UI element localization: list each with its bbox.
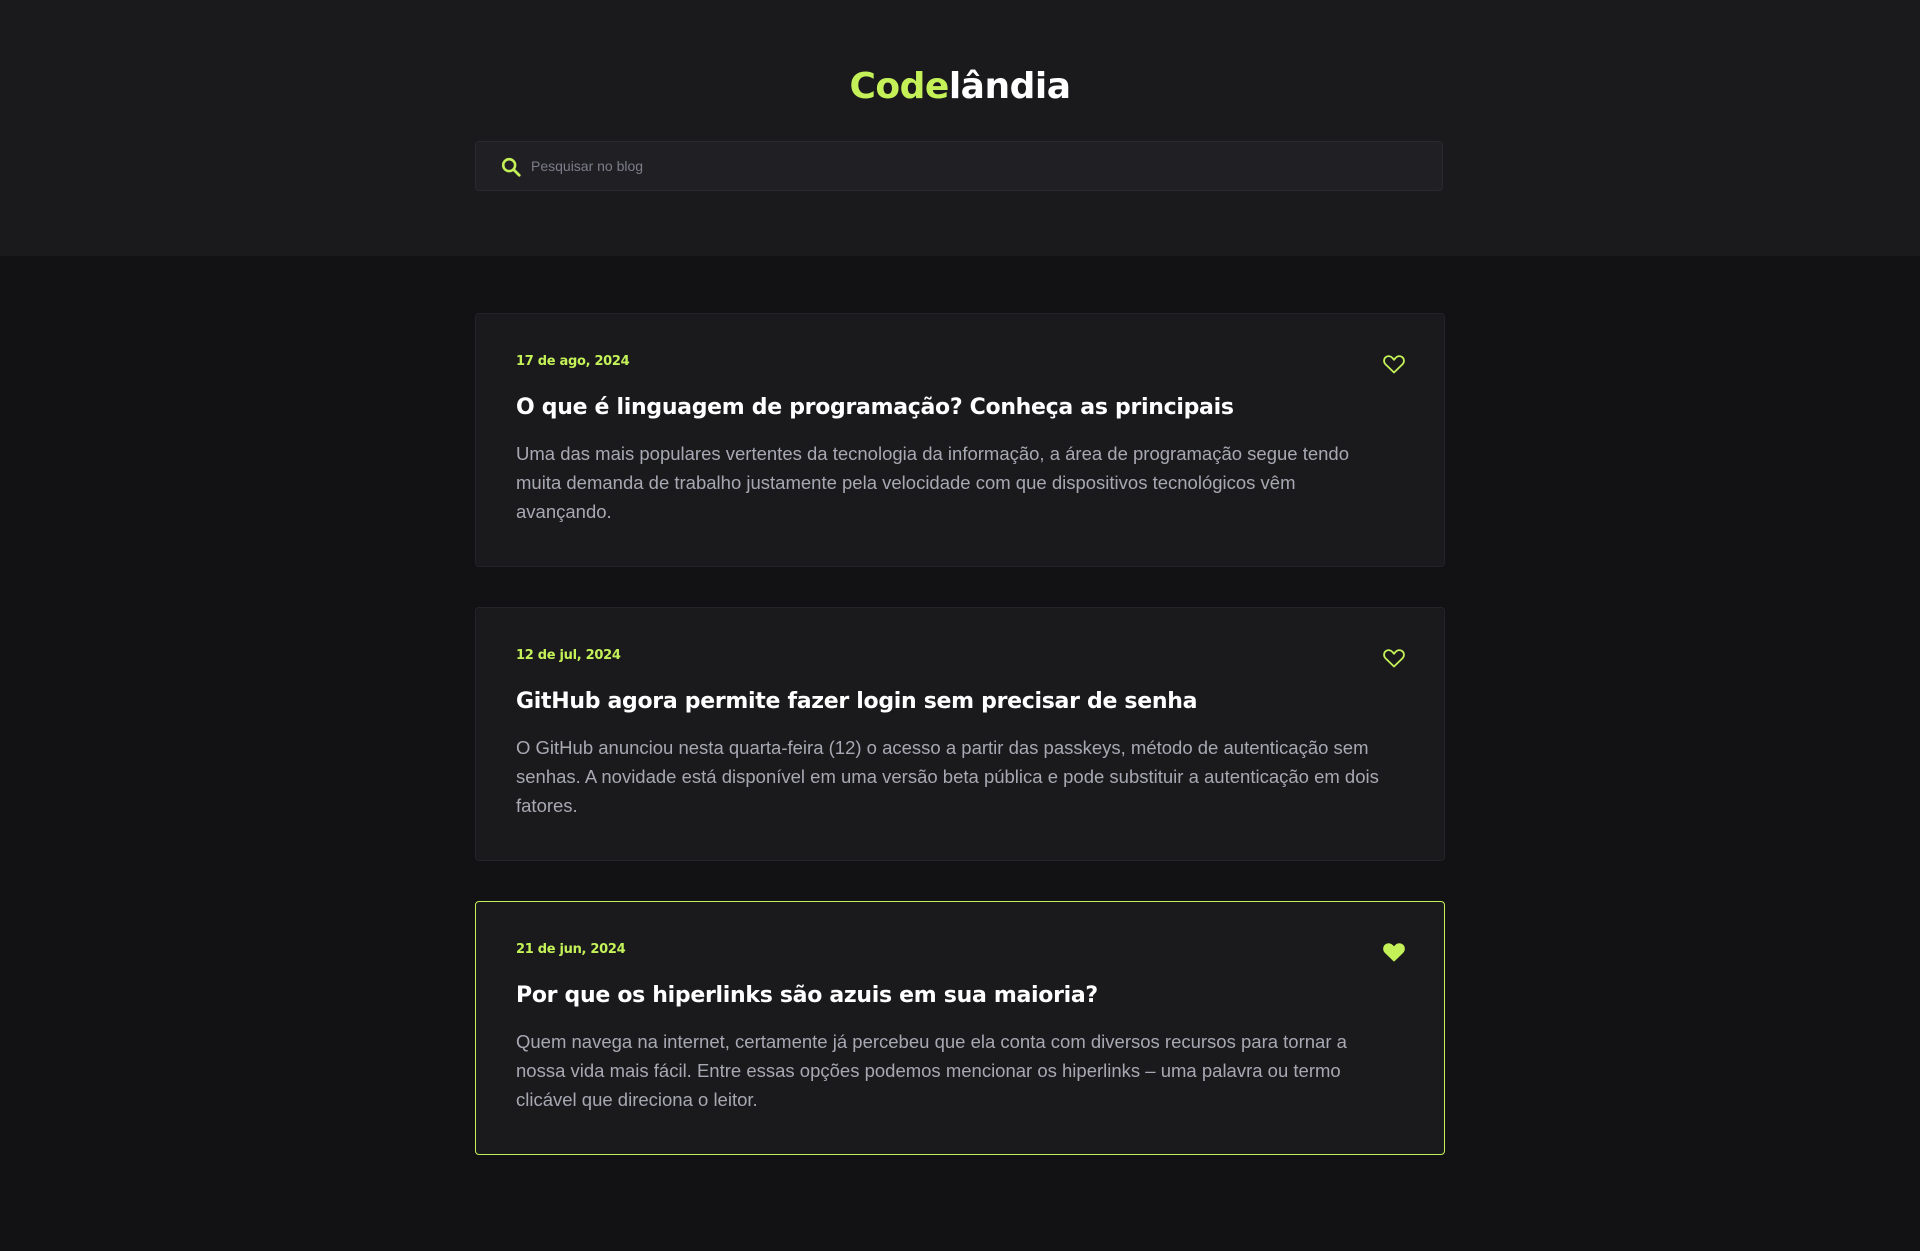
logo-text: lândia <box>948 66 1071 107</box>
post-card[interactable]: 21 de jun, 2024 Por que os hiperlinks sã… <box>475 901 1445 1155</box>
post-card[interactable]: 17 de ago, 2024 O que é linguagem de pro… <box>475 313 1445 567</box>
heart-outline-icon[interactable] <box>1382 646 1406 670</box>
post-title[interactable]: Por que os hiperlinks são azuis em sua m… <box>516 983 1098 1008</box>
heart-outline-icon[interactable] <box>1382 352 1406 376</box>
post-title[interactable]: GitHub agora permite fazer login sem pre… <box>516 689 1197 714</box>
logo-accent-text: Code <box>849 66 949 107</box>
post-date: 12 de jul, 2024 <box>516 648 621 663</box>
post-excerpt: O GitHub anunciou nesta quarta-feira (12… <box>516 737 1379 816</box>
post-excerpt: Uma das mais populares vertentes da tecn… <box>516 443 1350 522</box>
header: Codelândia <box>0 0 1920 256</box>
search-icon[interactable] <box>500 156 522 178</box>
post-date: 17 de ago, 2024 <box>516 354 630 369</box>
post-title[interactable]: O que é linguagem de programação? Conheç… <box>516 395 1234 420</box>
heart-filled-icon[interactable] <box>1382 940 1406 964</box>
search-input[interactable] <box>531 142 1411 190</box>
post-excerpt: Quem navega na internet, certamente já p… <box>516 1031 1347 1110</box>
post-card[interactable]: 12 de jul, 2024 GitHub agora permite faz… <box>475 607 1445 861</box>
logo[interactable]: Codelândia <box>0 62 1920 112</box>
post-date: 21 de jun, 2024 <box>516 942 626 957</box>
search-bar[interactable] <box>475 141 1443 191</box>
